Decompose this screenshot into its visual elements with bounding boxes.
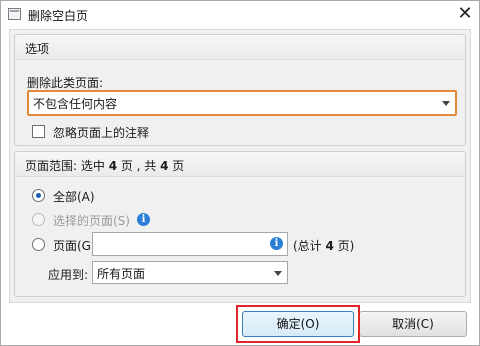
- close-button[interactable]: ✕: [453, 3, 477, 25]
- chevron-down-icon: [442, 101, 450, 106]
- page-range-group-header: 页面范围: 选中 4 页 , 共 4 页: [15, 152, 465, 177]
- radio-all[interactable]: [32, 189, 45, 202]
- apply-to-value: 所有页面: [97, 267, 146, 281]
- apply-to-dropdown[interactable]: 所有页面: [92, 261, 288, 284]
- radio-selected-pages[interactable]: [32, 213, 45, 226]
- ignore-annotations-label: 忽略页面上的注释: [53, 126, 150, 140]
- info-icon: i: [137, 213, 150, 226]
- radio-all-label: 全部(A): [53, 190, 95, 204]
- chevron-down-icon: [274, 270, 282, 276]
- radio-selected-pages-label: 选择的页面(S): [53, 214, 130, 228]
- dialog-window: 删除空白页 ✕ 选项 删除此类页面: 不包含任何内容 忽略页面上的注释 页面范围…: [0, 0, 480, 346]
- page-range-title: 页面范围: 选中 4 页 , 共 4 页: [25, 159, 185, 173]
- pages-input[interactable]: i: [92, 232, 288, 256]
- options-group-header: 选项: [15, 35, 465, 60]
- options-group: 选项 删除此类页面: 不包含任何内容 忽略页面上的注释: [14, 34, 466, 146]
- dialog-body: 选项 删除此类页面: 不包含任何内容 忽略页面上的注释 页面范围: 选中 4 页…: [9, 29, 471, 303]
- delete-type-label: 删除此类页面:: [27, 76, 104, 90]
- delete-type-value: 不包含任何内容: [33, 97, 118, 111]
- radio-pages-label: 页面(G): [53, 239, 96, 253]
- cancel-button[interactable]: 取消(C): [359, 311, 467, 337]
- info-icon: i: [270, 237, 283, 250]
- app-icon: [8, 8, 21, 20]
- delete-type-dropdown[interactable]: 不包含任何内容: [27, 90, 457, 116]
- apply-to-label: 应用到:: [48, 268, 89, 282]
- window-title: 删除空白页: [28, 9, 89, 23]
- radio-pages[interactable]: [32, 238, 45, 251]
- ok-button-highlight: [236, 305, 360, 343]
- title-bar: 删除空白页 ✕: [1, 1, 479, 29]
- ignore-annotations-checkbox[interactable]: [32, 125, 45, 138]
- options-group-title: 选项: [25, 42, 50, 56]
- total-pages-text: (总计 4 页): [293, 239, 355, 253]
- page-range-group: 页面范围: 选中 4 页 , 共 4 页 全部(A) 选择的页面(S) i 页面…: [14, 151, 466, 297]
